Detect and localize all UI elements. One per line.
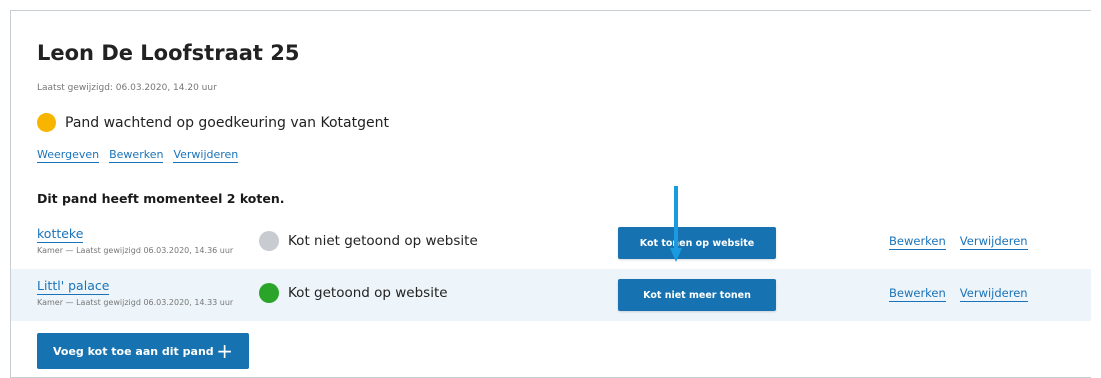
- add-room-label: Voeg kot toe aan dit pand: [53, 344, 214, 358]
- hide-from-website-button[interactable]: Kot niet meer tonen: [618, 279, 776, 311]
- room-status-text: Kot niet getoond op website: [288, 233, 478, 249]
- status-dot-icon: [259, 231, 279, 251]
- status-dot-icon: [37, 113, 56, 132]
- room-row: Littl' palace Kamer — Laatst gewijzigd 0…: [11, 269, 1091, 321]
- room-name-link[interactable]: kotteke: [37, 226, 84, 243]
- room-status: Kot getoond op website: [259, 283, 448, 303]
- room-actions: Bewerken Verwijderen: [889, 234, 1028, 250]
- room-actions: Bewerken Verwijderen: [889, 286, 1028, 302]
- rooms-count: Dit pand heeft momenteel 2 koten.: [37, 191, 285, 206]
- property-status-text: Pand wachtend op goedkeuring van Kotatge…: [65, 114, 389, 131]
- property-status: Pand wachtend op goedkeuring van Kotatge…: [37, 113, 389, 132]
- edit-link[interactable]: Bewerken: [109, 148, 164, 163]
- room-name-link[interactable]: Littl' palace: [37, 278, 110, 295]
- room-row: kotteke Kamer — Laatst gewijzigd 06.03.2…: [11, 217, 1091, 269]
- room-meta: Kamer — Laatst gewijzigd 06.03.2020, 14.…: [37, 298, 234, 307]
- room-edit-link[interactable]: Bewerken: [889, 286, 946, 302]
- property-actions: Weergeven Bewerken Verwijderen: [37, 148, 239, 163]
- room-delete-link[interactable]: Verwijderen: [959, 234, 1028, 250]
- room-info: Littl' palace Kamer — Laatst gewijzigd 0…: [37, 275, 233, 307]
- page-title: Leon De Loofstraat 25: [37, 41, 300, 65]
- delete-link[interactable]: Verwijderen: [173, 148, 239, 163]
- pointer-arrow-icon: [670, 186, 682, 262]
- room-status: Kot niet getoond op website: [259, 231, 478, 251]
- plus-icon: +: [216, 339, 233, 363]
- room-delete-link[interactable]: Verwijderen: [959, 286, 1028, 302]
- room-status-text: Kot getoond op website: [288, 285, 448, 301]
- room-edit-link[interactable]: Bewerken: [889, 234, 946, 250]
- property-card: Leon De Loofstraat 25 Laatst gewijzigd: …: [10, 10, 1091, 378]
- room-info: kotteke Kamer — Laatst gewijzigd 06.03.2…: [37, 223, 233, 255]
- add-room-button[interactable]: Voeg kot toe aan dit pand +: [37, 333, 249, 369]
- last-modified: Laatst gewijzigd: 06.03.2020, 14.20 uur: [37, 83, 217, 93]
- view-link[interactable]: Weergeven: [37, 148, 100, 163]
- room-meta: Kamer — Laatst gewijzigd 06.03.2020, 14.…: [37, 246, 234, 255]
- status-dot-icon: [259, 283, 279, 303]
- show-on-website-button[interactable]: Kot tonen op website: [618, 227, 776, 259]
